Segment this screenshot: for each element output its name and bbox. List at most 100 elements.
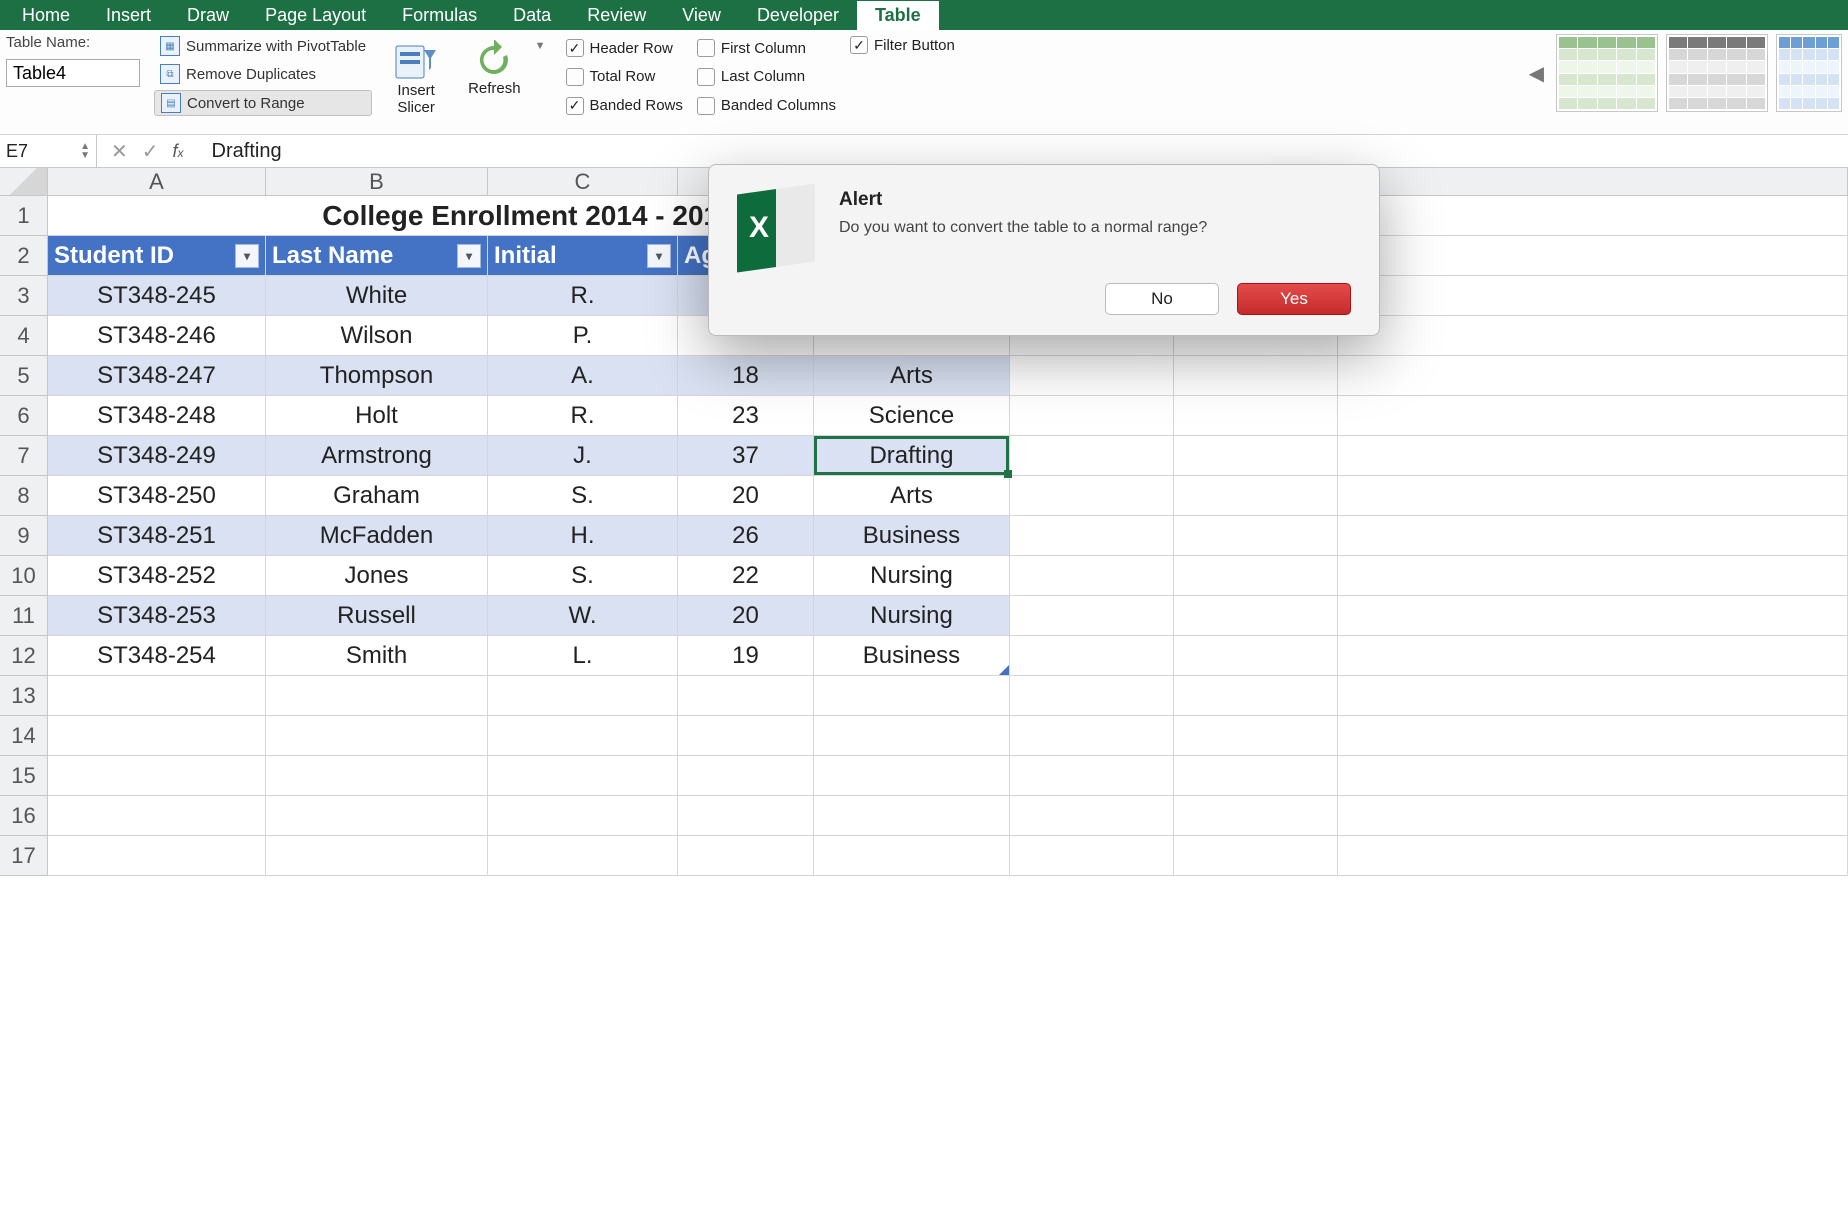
cell[interactable] <box>488 756 678 796</box>
cell[interactable] <box>678 796 814 836</box>
cell[interactable]: 23 <box>678 396 814 436</box>
cell[interactable] <box>678 716 814 756</box>
cell[interactable]: White <box>266 276 488 316</box>
table-style-swatch[interactable] <box>1556 34 1658 112</box>
cell[interactable] <box>1010 796 1174 836</box>
cell[interactable]: Business <box>814 636 1010 676</box>
cell[interactable]: ST348-254 <box>48 636 266 676</box>
cell[interactable] <box>1174 756 1338 796</box>
cell[interactable] <box>1338 836 1848 876</box>
cell[interactable]: A. <box>488 356 678 396</box>
cell[interactable]: Graham <box>266 476 488 516</box>
cell[interactable]: ST348-247 <box>48 356 266 396</box>
row-header[interactable]: 7 <box>0 436 48 476</box>
row-header[interactable]: 13 <box>0 676 48 716</box>
last-column-checkbox[interactable]: Last Column <box>697 68 836 86</box>
filter-dropdown-icon[interactable]: ▾ <box>647 244 671 268</box>
style-prev-icon[interactable]: ◀ <box>1525 61 1548 86</box>
cell[interactable]: Armstrong <box>266 436 488 476</box>
cell[interactable] <box>1338 396 1848 436</box>
name-box-spinner-icon[interactable]: ▲▼ <box>80 142 90 160</box>
cell[interactable] <box>1010 596 1174 636</box>
cell[interactable] <box>1010 436 1174 476</box>
cell[interactable] <box>678 676 814 716</box>
cell[interactable] <box>1338 796 1848 836</box>
row-header[interactable]: 3 <box>0 276 48 316</box>
name-box[interactable]: E7 ▲▼ <box>0 135 97 167</box>
table-styles-gallery[interactable]: ◀ <box>1525 34 1842 112</box>
cell[interactable] <box>1338 436 1848 476</box>
column-header[interactable]: B <box>266 168 488 196</box>
cell[interactable]: Holt <box>266 396 488 436</box>
cell[interactable]: S. <box>488 476 678 516</box>
table-name-input[interactable] <box>6 59 140 87</box>
menubar-tab-table[interactable]: Table <box>857 1 939 30</box>
row-header[interactable]: 8 <box>0 476 48 516</box>
cell[interactable] <box>1174 436 1338 476</box>
filter-button-checkbox[interactable]: ✓ Filter Button <box>850 36 955 54</box>
cell[interactable]: 37 <box>678 436 814 476</box>
cell[interactable]: ST348-251 <box>48 516 266 556</box>
cell[interactable]: 26 <box>678 516 814 556</box>
menubar-tab-insert[interactable]: Insert <box>88 1 169 30</box>
cell[interactable] <box>1174 836 1338 876</box>
worksheet-grid[interactable]: A B C 1College Enrollment 2014 - 20152St… <box>0 168 1848 876</box>
banded-columns-checkbox[interactable]: Banded Columns <box>697 97 836 115</box>
cell[interactable]: ST348-246 <box>48 316 266 356</box>
filter-dropdown-icon[interactable]: ▾ <box>235 244 259 268</box>
cell[interactable] <box>1010 716 1174 756</box>
column-header[interactable]: C <box>488 168 678 196</box>
cell[interactable] <box>48 796 266 836</box>
cancel-icon[interactable]: ✕ <box>111 139 128 164</box>
row-header[interactable]: 1 <box>0 196 48 236</box>
formula-value[interactable]: Drafting <box>198 140 282 163</box>
summarize-pivottable-button[interactable]: ▦ Summarize with PivotTable <box>154 34 372 58</box>
cell[interactable] <box>1010 476 1174 516</box>
cell[interactable] <box>1338 596 1848 636</box>
alert-yes-button[interactable]: Yes <box>1237 283 1351 315</box>
menubar-tab-home[interactable]: Home <box>4 1 88 30</box>
table-header-cell[interactable]: Initial▾ <box>488 236 678 276</box>
cell[interactable] <box>1174 556 1338 596</box>
cell[interactable] <box>48 756 266 796</box>
row-header[interactable]: 9 <box>0 516 48 556</box>
insert-slicer-button[interactable]: Insert Slicer <box>386 34 446 124</box>
cell[interactable] <box>1174 356 1338 396</box>
cell[interactable]: Jones <box>266 556 488 596</box>
cell[interactable]: Arts <box>814 476 1010 516</box>
cell[interactable] <box>1338 636 1848 676</box>
cell[interactable] <box>488 836 678 876</box>
refresh-button[interactable]: Refresh <box>460 34 529 99</box>
cell[interactable]: Business <box>814 516 1010 556</box>
filter-dropdown-icon[interactable]: ▾ <box>457 244 481 268</box>
cell[interactable]: Nursing <box>814 556 1010 596</box>
column-header[interactable]: A <box>48 168 266 196</box>
cell[interactable]: ST348-250 <box>48 476 266 516</box>
table-header-cell[interactable]: Last Name▾ <box>266 236 488 276</box>
remove-duplicates-button[interactable]: ⧉ Remove Duplicates <box>154 62 372 86</box>
cell[interactable]: Nursing <box>814 596 1010 636</box>
column-header[interactable] <box>1338 168 1848 196</box>
cell[interactable] <box>1338 516 1848 556</box>
cell[interactable] <box>1338 356 1848 396</box>
cell[interactable] <box>1174 796 1338 836</box>
cell[interactable] <box>1010 676 1174 716</box>
cell[interactable]: Russell <box>266 596 488 636</box>
cell[interactable] <box>814 676 1010 716</box>
cell[interactable]: L. <box>488 636 678 676</box>
cell[interactable]: ST348-245 <box>48 276 266 316</box>
cell[interactable] <box>48 676 266 716</box>
cell[interactable]: Thompson <box>266 356 488 396</box>
cell[interactable] <box>1338 316 1848 356</box>
cell[interactable]: McFadden <box>266 516 488 556</box>
cell[interactable]: 19 <box>678 636 814 676</box>
cell[interactable]: Smith <box>266 636 488 676</box>
select-all-cell[interactable] <box>0 168 48 196</box>
cell[interactable] <box>1174 396 1338 436</box>
table-header-cell[interactable]: Student ID▾ <box>48 236 266 276</box>
menubar-tab-draw[interactable]: Draw <box>169 1 247 30</box>
table-style-swatch[interactable] <box>1666 34 1768 112</box>
cell[interactable] <box>1010 516 1174 556</box>
cell[interactable] <box>488 716 678 756</box>
cell[interactable] <box>48 836 266 876</box>
